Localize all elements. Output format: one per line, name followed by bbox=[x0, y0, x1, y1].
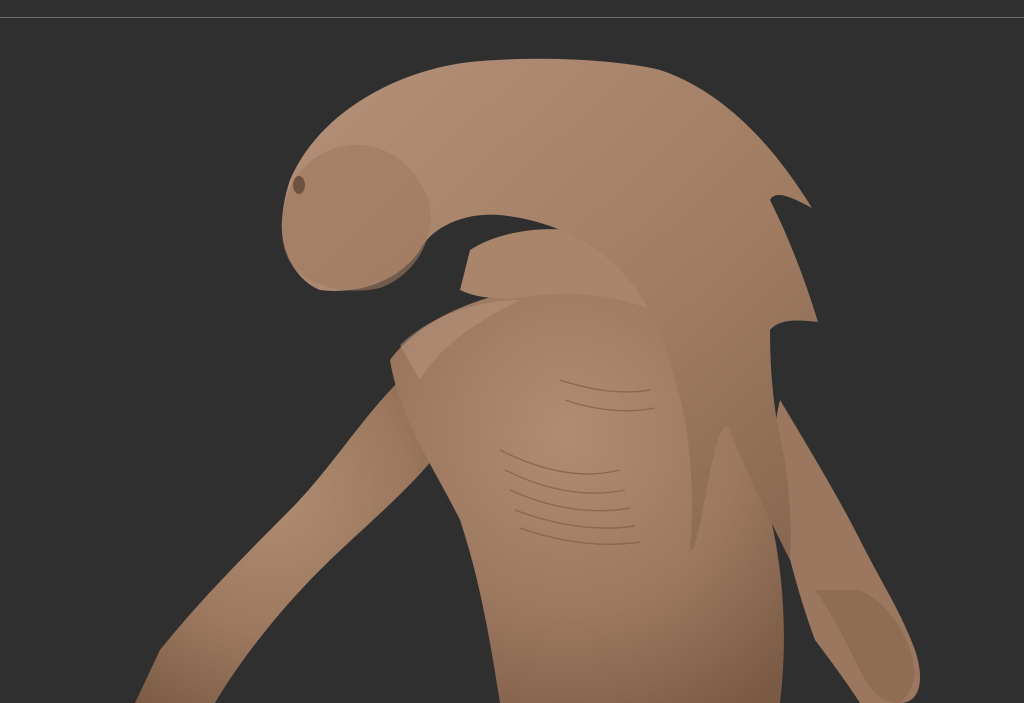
left-arm bbox=[135, 380, 440, 703]
3d-viewport[interactable] bbox=[0, 0, 1024, 703]
sculpted-creature-model[interactable] bbox=[0, 0, 1024, 703]
eye bbox=[293, 176, 305, 194]
